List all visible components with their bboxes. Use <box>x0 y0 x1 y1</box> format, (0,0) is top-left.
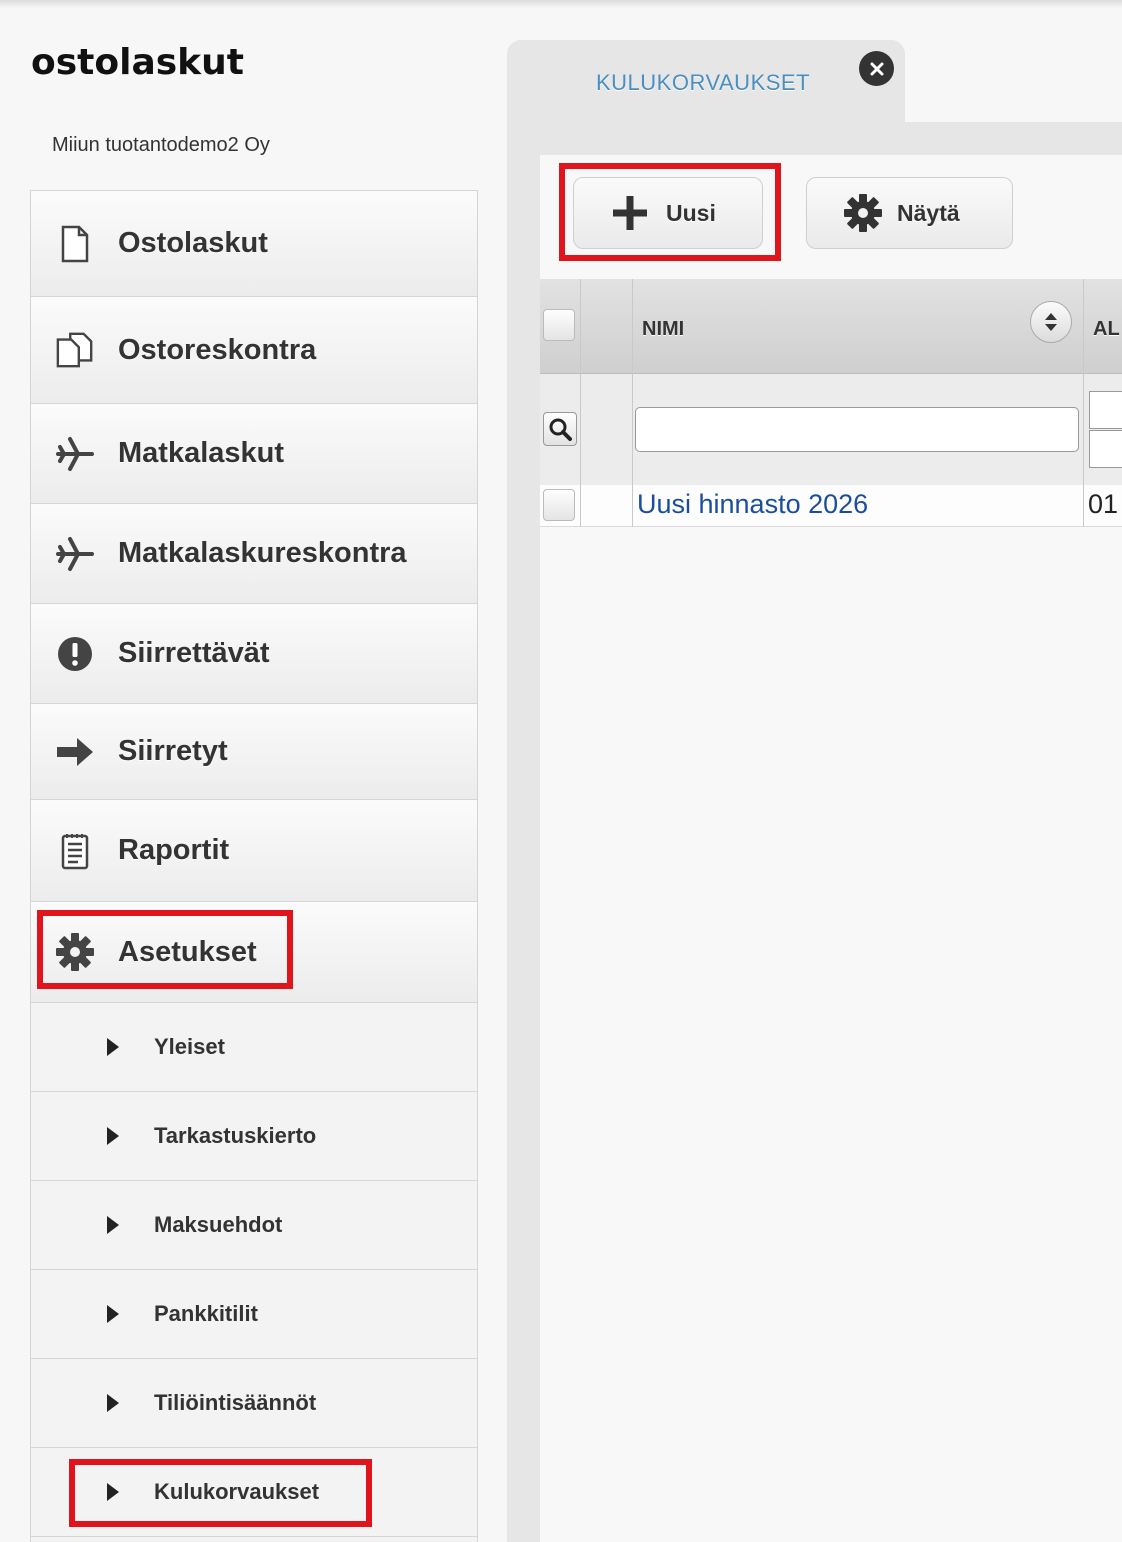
airplane-icon <box>55 434 95 474</box>
triangle-right-icon <box>107 1038 119 1056</box>
sidebar-item-label: Raportit <box>118 834 230 866</box>
sidebar-item-raportit[interactable]: Raportit <box>31 800 477 902</box>
sidebar-item-siirrettavat[interactable]: Siirrettävät <box>31 604 477 704</box>
triangle-right-icon <box>107 1127 119 1145</box>
column-divider <box>1083 279 1084 527</box>
sidebar-item-label: Siirrettävät <box>118 637 270 669</box>
sidebar-item-ostolaskut[interactable]: Ostolaskut <box>31 191 477 297</box>
triangle-right-icon <box>107 1394 119 1412</box>
column-divider <box>580 279 581 527</box>
sidebar-item-label: Ostolaskut <box>118 227 268 259</box>
row-name-link[interactable]: Uusi hinnasto 2026 <box>637 489 868 520</box>
sidebar-item-label: Matkalaskut <box>118 437 285 469</box>
top-shadow <box>0 0 1122 8</box>
sidebar-subitem-label: Maksuehdot <box>154 1212 283 1237</box>
sidebar-subitem-label: Pankkitilit <box>154 1301 258 1326</box>
app-title: ostolaskut <box>31 42 244 83</box>
tab-close-button[interactable] <box>859 51 894 86</box>
highlight-asetukset <box>37 910 293 989</box>
sidebar-subitem-label: Tarkastuskierto <box>154 1123 317 1148</box>
arrow-right-icon <box>55 732 95 772</box>
search-icon <box>549 418 572 441</box>
sidebar-subitem-label: Yleiset <box>154 1034 225 1059</box>
column-divider <box>632 279 633 527</box>
name-filter-input[interactable] <box>635 407 1079 452</box>
row-al-value: 01 <box>1088 489 1119 519</box>
sidebar-subitem-maksuehdot[interactable]: Maksuehdot <box>31 1181 477 1270</box>
row-checkbox[interactable] <box>543 489 575 521</box>
column-header-al[interactable]: AL <box>1093 318 1120 341</box>
airplane-icon <box>55 534 95 574</box>
gear-icon <box>844 194 882 232</box>
report-icon <box>55 831 95 871</box>
sidebar-subitem-tiliointisaannot[interactable]: Tiliöintisäännöt <box>31 1359 477 1448</box>
sidebar-item-matkalaskut[interactable]: Matkalaskut <box>31 404 477 504</box>
document-icon <box>55 224 95 264</box>
highlight-kulukorvaukset <box>69 1459 372 1527</box>
filter-search-button[interactable] <box>543 412 577 446</box>
sidebar-subitem-pankkitilit[interactable]: Pankkitilit <box>31 1270 477 1359</box>
close-icon <box>870 62 883 75</box>
sidebar-item-matkalaskureskontra[interactable]: Matkalaskureskontra <box>31 504 477 604</box>
sidebar-subitem-yleiset[interactable]: Yleiset <box>31 1003 477 1092</box>
company-name: Miiun tuotantodemo2 Oy <box>52 134 270 156</box>
sort-button[interactable] <box>1030 301 1072 343</box>
sidebar-subitem-tarkastuskierto[interactable]: Tarkastuskierto <box>31 1092 477 1181</box>
column-header-nimi[interactable]: NIMI <box>642 318 684 341</box>
sidebar-item-label: Matkalaskureskontra <box>118 537 407 569</box>
show-button[interactable]: Näytä <box>806 177 1013 249</box>
sort-icon <box>1045 313 1057 331</box>
sidebar-item-label: Siirretyt <box>118 735 228 767</box>
triangle-right-icon <box>107 1216 119 1234</box>
documents-icon <box>55 330 95 370</box>
sidebar-item-label: Ostoreskontra <box>118 333 317 366</box>
show-button-label: Näytä <box>897 199 960 226</box>
select-all-checkbox[interactable] <box>543 309 575 341</box>
sidebar-item-ostoreskontra[interactable]: Ostoreskontra <box>31 297 477 404</box>
triangle-right-icon <box>107 1305 119 1323</box>
alert-icon <box>55 634 95 674</box>
al-filter-input[interactable] <box>1089 391 1122 429</box>
tab-label: KULUKORVAUKSET <box>596 70 811 95</box>
sidebar: Ostolaskut Ostoreskontra Matkalaskut Mat… <box>30 190 478 1542</box>
sidebar-item-siirretyt[interactable]: Siirretyt <box>31 704 477 800</box>
sidebar-subitem-label: Tiliöintisäännöt <box>154 1390 317 1415</box>
highlight-new-button <box>559 163 781 261</box>
al-filter-input-2[interactable] <box>1089 430 1122 468</box>
